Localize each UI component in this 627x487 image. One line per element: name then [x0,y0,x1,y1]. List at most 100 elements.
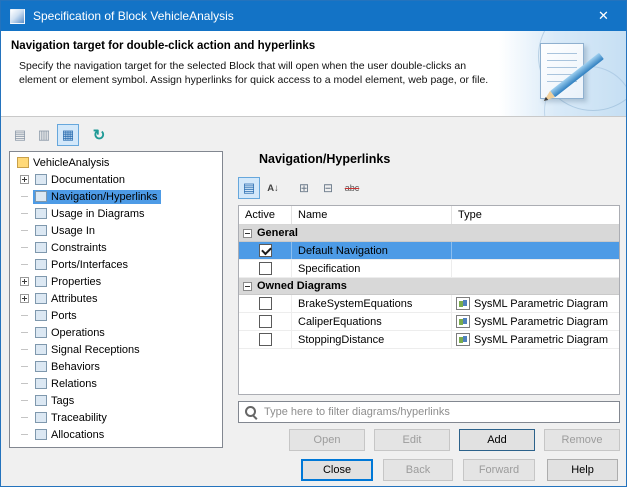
forward-button[interactable]: Forward [463,459,535,481]
filter-box [238,401,620,423]
back-button[interactable]: Back [383,459,453,481]
collapse-icon[interactable] [243,229,252,238]
header-description-line1: Specify the navigation target for the se… [19,59,488,73]
tree-item-icon [35,276,47,287]
tree-connector [20,328,29,337]
close-button[interactable]: Close [301,459,373,481]
specification-dialog: Specification of Block VehicleAnalysis ✕… [0,0,627,487]
tree-item-icon [35,395,47,406]
active-checkbox[interactable] [259,297,272,310]
tree-item-icon [35,191,47,202]
tree-item-icon [35,327,47,338]
tree-item-icon [35,225,47,236]
show-all-icon[interactable]: ▦ [57,124,79,146]
expand-icon[interactable] [20,175,29,184]
specification-tree: VehicleAnalysis Documentation Navigation… [9,151,223,448]
active-checkbox[interactable] [259,315,272,328]
tree-connector [20,345,29,354]
type-label: SysML Parametric Diagram [474,334,608,346]
expand-icon[interactable] [20,277,29,286]
tree-connector [20,260,29,269]
tree-item-attributes[interactable]: Attributes [10,290,222,307]
properties-tree-icon[interactable]: ▤ [9,124,31,146]
text-filter-icon[interactable]: abc [341,177,363,199]
tree-item-icon [35,361,47,372]
block-icon [17,157,29,168]
tree-item-behaviors[interactable]: Behaviors [10,358,222,375]
tree-item-usage-in[interactable]: Usage In [10,222,222,239]
tree-connector [20,379,29,388]
add-button[interactable]: Add [459,429,535,451]
tree-item-relations[interactable]: Relations [10,375,222,392]
row-name: CaliperEquations [292,313,452,330]
type-label: SysML Parametric Diagram [474,298,608,310]
tree-item-documentation[interactable]: Documentation [10,171,222,188]
table-row-specification[interactable]: Specification [239,260,619,278]
search-icon [245,406,257,418]
open-button[interactable]: Open [289,429,365,451]
tree-item-tags[interactable]: Tags [10,392,222,409]
row-type [452,260,619,277]
collapse-icon[interactable] [243,282,252,291]
tree-item-icon [35,344,47,355]
app-icon [10,9,25,24]
table-row-stoppingdistance[interactable]: StoppingDistance SysML Parametric Diagra… [239,331,619,349]
tree-item-icon [35,259,47,270]
tree-connector [20,192,29,201]
tree-item-operations[interactable]: Operations [10,324,222,341]
table-actions: Open Edit Add Remove [238,429,620,451]
tree-item-traceability[interactable]: Traceability [10,409,222,426]
table-row-default-navigation[interactable]: Default Navigation [239,242,619,260]
page-title: Navigation/Hyperlinks [259,152,390,166]
tree-item-allocations[interactable]: Allocations [10,426,222,443]
table-row-caliperequations[interactable]: CaliperEquations SysML Parametric Diagra… [239,313,619,331]
row-type [452,242,619,259]
edit-button[interactable]: Edit [374,429,450,451]
group-row-owned-diagrams[interactable]: Owned Diagrams [239,278,619,295]
tree-item-label: Tags [51,395,74,407]
group-label: General [257,227,298,239]
table-toolbar: ▤ A↓ ⊞ ⊟ abc [238,177,363,199]
help-button[interactable]: Help [547,459,618,481]
active-checkbox[interactable] [259,333,272,346]
tree-item-icon [35,242,47,253]
tree-item-label: Constraints [51,242,107,254]
expand-groups-icon[interactable]: ⊞ [293,177,315,199]
tree-item-usage-in-diagrams[interactable]: Usage in Diagrams [10,205,222,222]
expand-icon[interactable] [20,294,29,303]
tree-item-ports-interfaces[interactable]: Ports/Interfaces [10,256,222,273]
tree-item-navigation-hyperlinks[interactable]: Navigation/Hyperlinks [10,188,222,205]
tree-item-label: Ports [51,310,77,322]
tree-item-ports[interactable]: Ports [10,307,222,324]
tree-item-label: Behaviors [51,361,100,373]
column-header-name[interactable]: Name [292,206,452,224]
tree-item-vehicleanalysis[interactable]: VehicleAnalysis [10,154,222,171]
sort-alphabetically-icon[interactable]: A↓ [262,177,284,199]
header-description: Specify the navigation target for the se… [19,59,488,87]
group-label: Owned Diagrams [257,280,347,292]
refresh-icon[interactable]: ↻ [88,124,110,146]
close-icon[interactable]: ✕ [581,1,626,31]
tree-item-label: Operations [51,327,105,339]
tree-item-signal-receptions[interactable]: Signal Receptions [10,341,222,358]
group-row-general[interactable]: General [239,225,619,242]
tree-item-label: Navigation/Hyperlinks [51,191,157,203]
active-checkbox[interactable] [259,262,272,275]
tree-item-constraints[interactable]: Constraints [10,239,222,256]
filter-input[interactable] [264,406,613,418]
remove-button[interactable]: Remove [544,429,620,451]
table-row-brakesystemequations[interactable]: BrakeSystemEquations SysML Parametric Di… [239,295,619,313]
tree-item-label: Traceability [51,412,107,424]
active-checkbox[interactable] [259,244,272,257]
inherited-properties-icon[interactable]: ▥ [33,124,55,146]
row-name: Specification [292,260,452,277]
column-header-active[interactable]: Active [239,206,292,224]
row-name: Default Navigation [292,242,452,259]
title-bar[interactable]: Specification of Block VehicleAnalysis ✕ [1,1,626,31]
collapse-groups-icon[interactable]: ⊟ [317,177,339,199]
row-name: StoppingDistance [292,331,452,348]
categorized-view-icon[interactable]: ▤ [238,177,260,199]
tree-item-properties[interactable]: Properties [10,273,222,290]
tree-item-label: VehicleAnalysis [33,157,109,169]
column-header-type[interactable]: Type [452,206,619,224]
